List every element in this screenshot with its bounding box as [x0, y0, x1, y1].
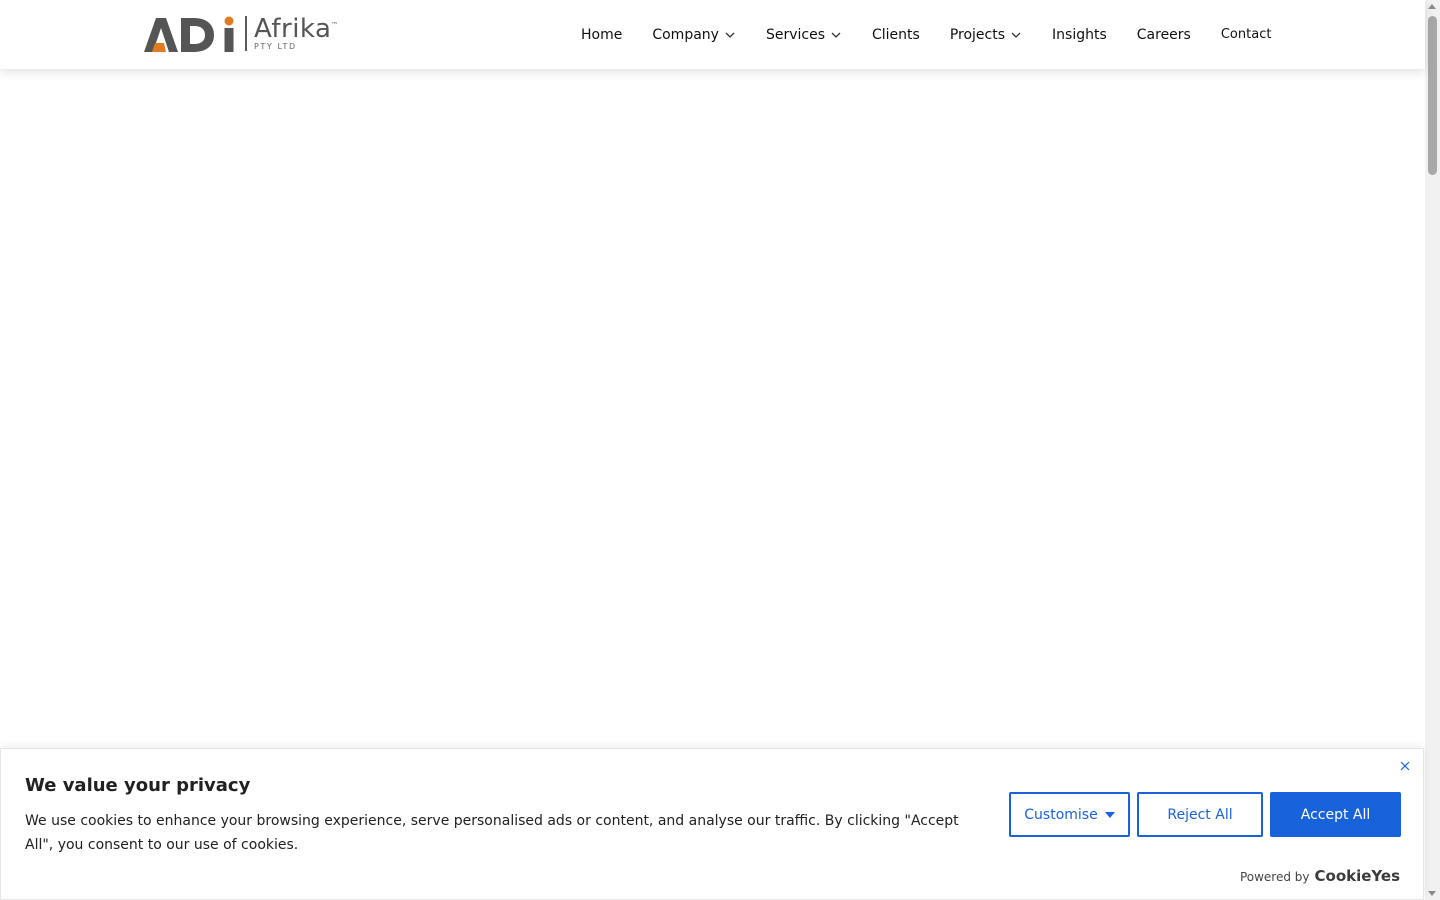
page-scrollbar[interactable]	[1425, 0, 1440, 900]
scroll-up-arrow-icon[interactable]	[1428, 4, 1436, 9]
nav-careers-label: Careers	[1136, 26, 1191, 43]
cookie-consent-banner: We value your privacy We use cookies to …	[0, 748, 1424, 900]
accept-all-button[interactable]: Accept All	[1270, 792, 1401, 837]
adi-logo-mark	[144, 16, 234, 52]
close-icon[interactable]	[1399, 760, 1411, 772]
chevron-down-icon	[725, 32, 735, 38]
viewport: Afrika ™ PTY LTD Home Company Services C…	[0, 0, 1440, 900]
customise-button-label: Customise	[1024, 806, 1098, 823]
powered-by: Powered by CookieYes	[1240, 867, 1400, 885]
nav-company[interactable]: Company	[637, 0, 751, 69]
nav-clients-label: Clients	[872, 26, 920, 43]
nav-home[interactable]: Home	[566, 0, 637, 69]
site-logo[interactable]: Afrika ™ PTY LTD	[144, 14, 344, 54]
nav-clients[interactable]: Clients	[857, 0, 935, 69]
logo-subtitle: PTY LTD	[254, 42, 297, 51]
logo-brand-text: Afrika	[254, 14, 332, 44]
nav-projects-label: Projects	[949, 26, 1006, 43]
caret-down-icon	[1104, 811, 1115, 818]
chevron-down-icon	[1011, 32, 1021, 38]
nav-home-label: Home	[581, 26, 623, 43]
nav-services-label: Services	[765, 26, 825, 43]
reject-all-button-label: Reject All	[1167, 806, 1233, 823]
main-nav: Home Company Services Clients Projects I…	[566, 0, 1286, 69]
scrollbar-thumb[interactable]	[1428, 16, 1437, 175]
nav-contact[interactable]: Contact	[1206, 0, 1287, 69]
nav-contact-label: Contact	[1220, 27, 1272, 42]
cookie-banner-text: We use cookies to enhance your browsing …	[25, 813, 959, 853]
cookieyes-logo[interactable]: CookieYes	[1315, 867, 1401, 885]
logo-trademark: ™	[331, 21, 338, 29]
customise-button[interactable]: Customise	[1009, 792, 1130, 837]
nav-insights[interactable]: Insights	[1037, 0, 1122, 69]
nav-careers[interactable]: Careers	[1122, 0, 1206, 69]
scroll-down-arrow-icon[interactable]	[1428, 891, 1436, 896]
nav-company-label: Company	[652, 26, 719, 43]
logo-separator	[245, 16, 247, 51]
powered-by-label: Powered by	[1239, 870, 1310, 884]
nav-projects[interactable]: Projects	[935, 0, 1037, 69]
nav-insights-label: Insights	[1052, 26, 1107, 43]
accept-all-button-label: Accept All	[1300, 806, 1371, 823]
cookie-banner-title: We value your privacy	[25, 775, 251, 796]
site-header: Afrika ™ PTY LTD Home Company Services C…	[0, 0, 1425, 69]
reject-all-button[interactable]: Reject All	[1137, 792, 1263, 837]
chevron-down-icon	[831, 32, 841, 38]
nav-services[interactable]: Services	[751, 0, 857, 69]
